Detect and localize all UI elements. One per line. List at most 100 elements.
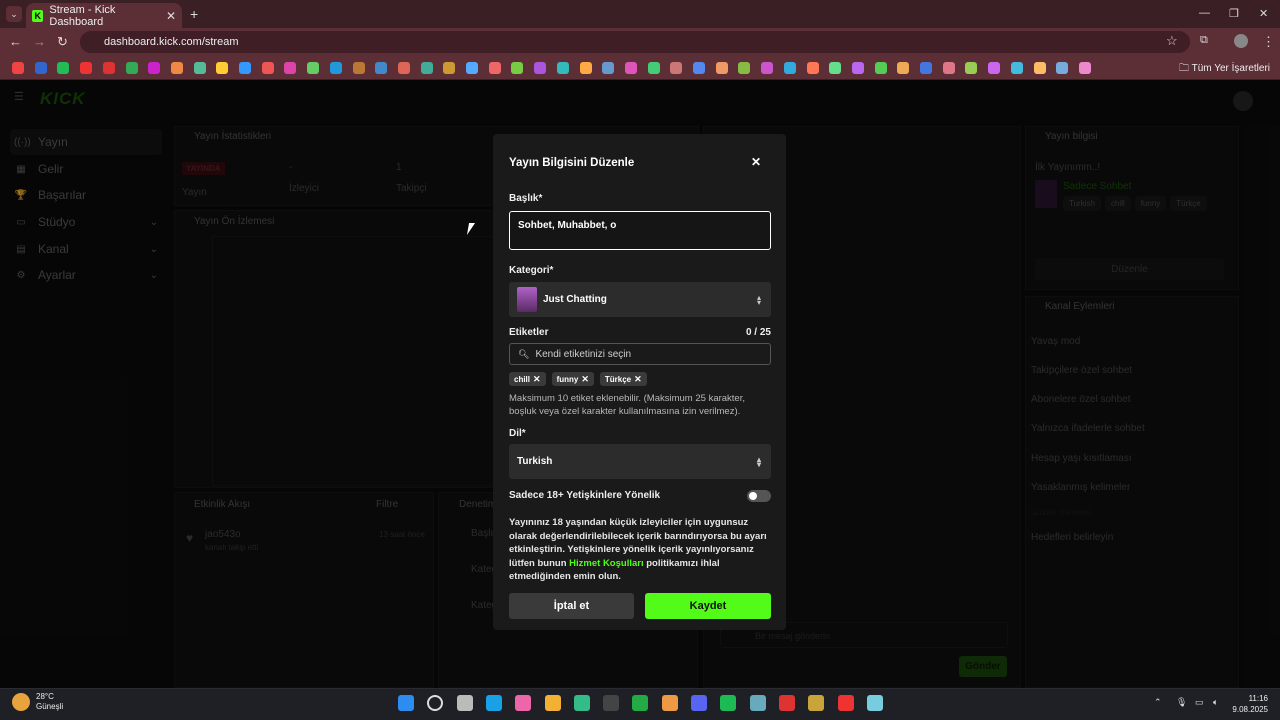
minimize-icon[interactable]: —	[1199, 7, 1210, 19]
window-close-icon[interactable]: ✕	[1259, 7, 1268, 20]
maximize-icon[interactable]: ❐	[1229, 7, 1239, 20]
close-icon[interactable]: ✕	[751, 155, 761, 169]
bookmark-icon[interactable]	[761, 62, 774, 74]
bookmark-icon[interactable]	[12, 62, 24, 74]
bookmark-icon[interactable]	[239, 62, 251, 74]
bookmark-icon[interactable]	[329, 62, 342, 74]
bookmark-icon[interactable]	[534, 62, 547, 74]
remove-tag-icon[interactable]: ✕	[634, 374, 642, 385]
forward-icon[interactable]: →	[33, 34, 46, 49]
save-button[interactable]: Kaydet	[645, 593, 771, 619]
bookmark-icon[interactable]	[942, 62, 955, 74]
bookmark-icon[interactable]	[829, 62, 842, 74]
edge-icon[interactable]	[485, 695, 502, 711]
windows-start-icon[interactable]	[398, 695, 414, 711]
profile-avatar[interactable]	[1234, 34, 1248, 48]
language-select[interactable]: Turkish ▴ ▾	[509, 444, 771, 479]
bookmark-icon[interactable]	[806, 62, 819, 74]
system-clock[interactable]: 11:16 9.08.2025	[1232, 693, 1268, 715]
bookmark-icon[interactable]	[693, 62, 705, 74]
bookmark-icon[interactable]	[420, 62, 433, 74]
bookmark-icon[interactable]	[148, 62, 161, 74]
bookmark-icon[interactable]	[488, 62, 501, 74]
bookmark-icon[interactable]	[1010, 62, 1023, 74]
remove-tag-icon[interactable]: ✕	[533, 374, 541, 385]
file-explorer-icon[interactable]	[544, 695, 561, 711]
bookmark-icon[interactable]	[738, 62, 751, 74]
bookmark-icon[interactable]	[851, 62, 864, 74]
discord-icon[interactable]	[691, 695, 707, 711]
bookmark-icon[interactable]	[34, 62, 47, 74]
bookmark-icon[interactable]	[352, 62, 365, 74]
bookmark-icon[interactable]	[602, 62, 615, 74]
bookmark-icon[interactable]	[1078, 62, 1091, 74]
weather-widget[interactable]: 28°C Güneşli	[12, 692, 63, 712]
app-icon[interactable]	[778, 695, 795, 711]
back-icon[interactable]: ←	[9, 34, 22, 49]
app-icon[interactable]	[866, 695, 883, 711]
bookmark-icon[interactable]	[307, 62, 320, 74]
title-input[interactable]: Sohbet, Muhabbet, o	[509, 211, 771, 250]
app-icon[interactable]	[808, 695, 825, 711]
spotify-icon[interactable]	[720, 695, 737, 711]
bookmark-icon[interactable]	[80, 62, 93, 74]
bookmark-icon[interactable]	[647, 62, 660, 74]
remove-tag-icon[interactable]: ✕	[581, 374, 589, 385]
bookmark-icon[interactable]	[125, 62, 138, 74]
bookmark-icon[interactable]	[920, 62, 932, 74]
microphone-icon[interactable]: 🎙︎	[1176, 697, 1187, 708]
chrome-icon[interactable]	[661, 695, 678, 711]
adult-only-description: Yayınınız 18 yaşından küçük izleyiciler …	[509, 516, 775, 584]
adult-only-toggle[interactable]	[747, 490, 771, 502]
bookmark-icon[interactable]	[556, 62, 569, 74]
bookmark-icon[interactable]	[965, 62, 978, 74]
bookmark-icon[interactable]	[874, 62, 887, 74]
bookmark-icon[interactable]	[466, 62, 478, 74]
bookmark-icon[interactable]	[443, 62, 456, 74]
bookmark-icon[interactable]	[511, 62, 524, 74]
tray-chevron-icon[interactable]: ⌃	[1154, 697, 1162, 708]
app-icon[interactable]	[749, 695, 766, 711]
bookmark-icon[interactable]	[397, 62, 410, 74]
all-bookmarks-link[interactable]: 🗀 Tüm Yer İşaretleri	[1179, 61, 1270, 78]
store-icon[interactable]	[573, 695, 590, 711]
bookmark-icon[interactable]	[261, 62, 274, 74]
extensions-icon[interactable]: ⧉	[1200, 34, 1208, 47]
bookmark-icon[interactable]	[102, 62, 115, 74]
bookmark-icon[interactable]	[375, 62, 388, 74]
category-select[interactable]: Just Chatting ▴ ▾	[509, 282, 771, 317]
tag-search-input[interactable]: 🔍︎ Kendi etiketinizi seçin	[509, 343, 771, 365]
bookmark-icon[interactable]	[216, 62, 229, 74]
bookmark-star-icon[interactable]: ☆	[1166, 33, 1178, 49]
bookmark-icon[interactable]	[193, 62, 206, 74]
copilot-icon[interactable]	[515, 695, 532, 711]
bookmark-icon[interactable]	[624, 62, 637, 74]
bookmark-icon[interactable]	[897, 62, 910, 74]
task-view-icon[interactable]	[456, 695, 473, 711]
new-tab-button[interactable]: +	[190, 6, 198, 22]
bookmark-icon[interactable]	[284, 62, 297, 74]
terms-of-service-link[interactable]: Hizmet Koşulları	[569, 558, 643, 569]
toggle-knob	[749, 492, 757, 500]
bookmark-icon[interactable]	[670, 62, 683, 74]
cancel-button[interactable]: İptal et	[509, 593, 634, 619]
app-icon[interactable]	[837, 695, 854, 711]
browser-menu-icon[interactable]: ⋮	[1262, 34, 1275, 50]
bookmark-icon[interactable]	[1056, 62, 1069, 74]
bookmark-icon[interactable]	[57, 62, 70, 74]
network-icon[interactable]: ▭	[1195, 697, 1204, 708]
bookmark-icon[interactable]	[579, 62, 592, 74]
bookmark-icon[interactable]	[1033, 62, 1046, 74]
tab-search-icon[interactable]: ⌄	[6, 6, 22, 22]
steam-icon[interactable]	[603, 695, 620, 711]
volume-icon[interactable]: 🔈︎	[1213, 697, 1218, 708]
tab-close-icon[interactable]: ✕	[166, 9, 176, 23]
whatsapp-icon[interactable]	[632, 695, 649, 711]
reload-icon[interactable]: ↻	[57, 34, 68, 50]
bookmark-icon[interactable]	[170, 62, 183, 74]
bookmark-icon[interactable]	[715, 62, 728, 74]
bookmark-icon[interactable]	[988, 62, 1001, 74]
browser-tab[interactable]: K Stream - Kick Dashboard ✕	[26, 3, 182, 28]
bookmark-icon[interactable]	[783, 62, 796, 74]
address-bar[interactable]: dashboard.kick.com/stream	[80, 31, 1190, 53]
